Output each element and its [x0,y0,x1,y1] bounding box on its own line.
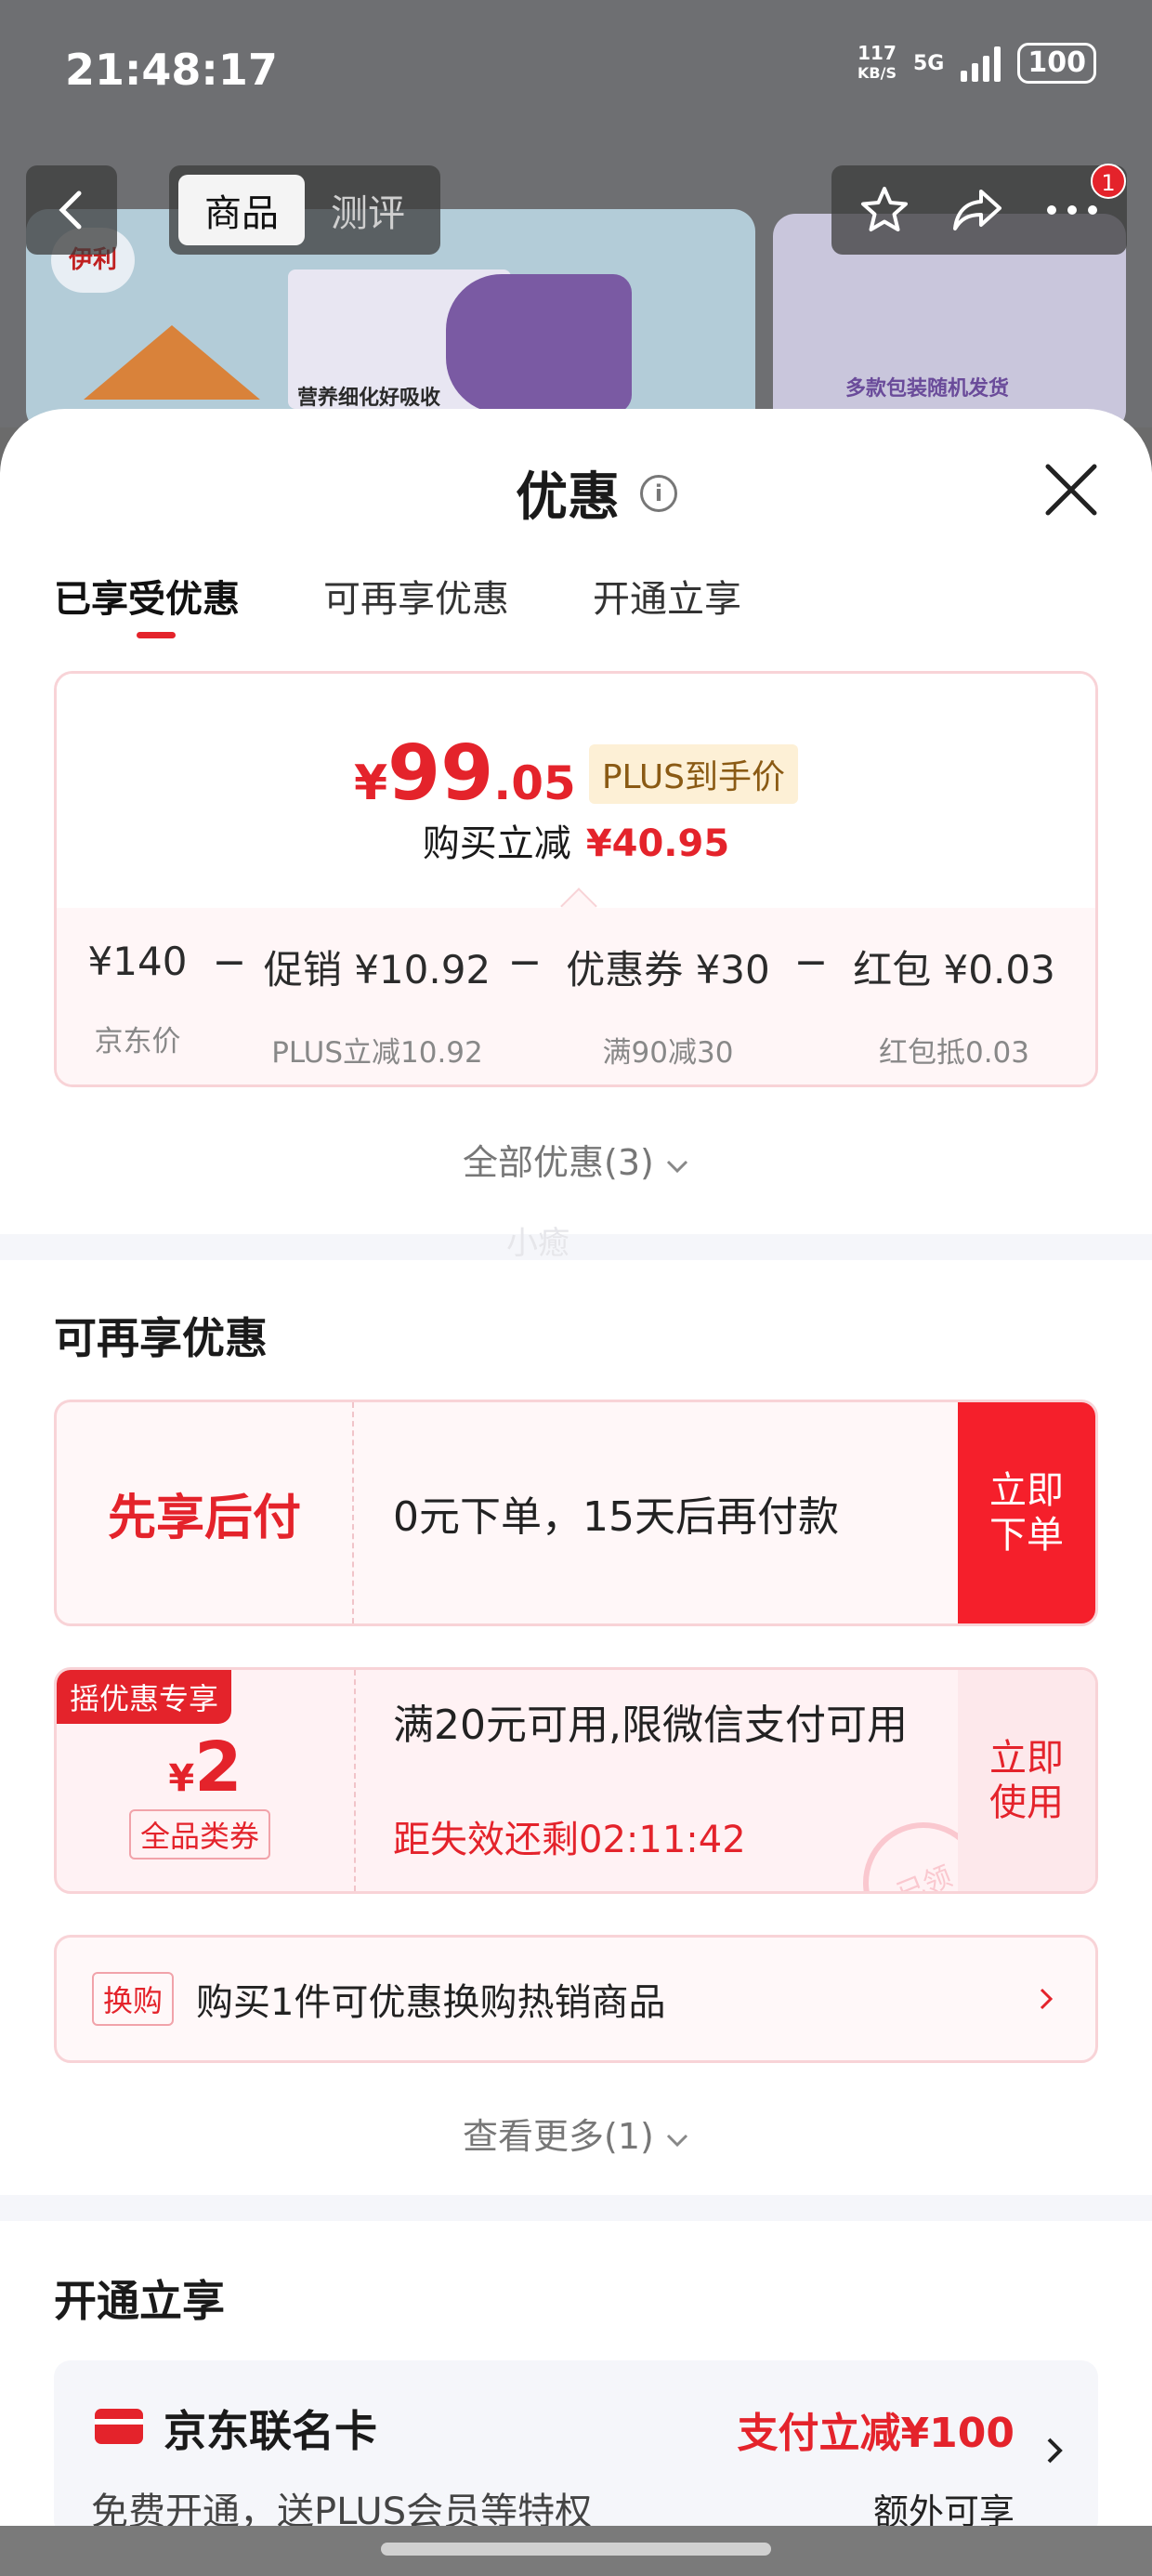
minus-sign: − [212,939,247,986]
chevron-down-icon [666,1160,688,1174]
network-label: 5G [913,51,945,75]
product-image-caption: 营养细化好吸收 [297,387,441,410]
close-icon[interactable] [1039,457,1104,522]
product-graphic [446,274,632,414]
sheet-header: 优惠 i [516,455,677,531]
header-actions [831,165,1127,255]
order-now-button[interactable]: 立即 下单 [958,1402,1095,1623]
chevron-left-icon [59,191,82,230]
section-title-open: 开通立享 [54,2276,225,2326]
section-title-more: 可再享优惠 [54,1313,268,1363]
more-icon[interactable] [1044,201,1100,219]
use-now-button[interactable]: 立即 使用 [958,1670,1095,1891]
sheet-title: 优惠 [516,467,620,528]
status-time: 21:48:17 [65,45,278,95]
coupon-timer: 距失效还剩02:11:42 [393,1819,746,1861]
bnpl-card: 先享后付 0元下单，15天后再付款 立即 下单 [54,1400,1098,1626]
back-button[interactable] [26,165,117,255]
bnpl-desc: 0元下单，15天后再付款 [393,1493,839,1541]
net-speed: 117 KB/S [857,42,897,82]
home-indicator[interactable] [381,2543,771,2556]
product-side-caption: 多款包装随机发货 [845,377,1010,401]
section-divider [0,1234,1152,1260]
star-icon[interactable] [858,184,910,236]
chevron-right-icon [1040,1988,1054,2010]
tent-illustration [84,325,260,400]
battery-icon: 100 [1017,43,1096,84]
swap-tag: 换购 [92,1972,175,2026]
tab-more[interactable]: 可再享优惠 [323,569,509,623]
tab-review[interactable]: 测评 [305,175,431,245]
coupon-desc: 满20元可用,限微信支付可用 [393,1702,908,1749]
final-price: ¥99.05 [353,729,576,818]
price-breakdown: ¥140 京东价 − 促销 ¥10.92 PLUS立减10.92 − 优惠券 ¥30… [57,939,1095,1071]
minus-sign: − [507,939,543,986]
breakdown-item: 优惠券 ¥30 满90减30 [566,947,770,1070]
coupon-type: 全品类券 [129,1809,271,1860]
active-tab-indicator [137,632,176,638]
plus-price-tag: PLUS到手价 [588,743,799,804]
tab-enjoyed[interactable]: 已享受优惠 [54,569,240,623]
breakdown-item: 促销 ¥10.92 PLUS立减10.92 [263,947,491,1070]
notification-badge: 1 [1091,164,1126,199]
tab-open[interactable]: 开通立享 [593,569,741,623]
reduce-row: 购买立减 ¥40.95 [422,822,730,865]
jd-card-promo: 支付立减¥100 [737,2410,1015,2457]
coupon-separator [354,1670,356,1891]
price-summary-card: ¥99.05 PLUS到手价 购买立减 ¥40.95 ¥140 京东价 − 促销 ¥… [54,671,1098,1087]
tab-goods[interactable]: 商品 [178,175,305,245]
signal-icon [961,45,1001,82]
jd-card-offer[interactable]: 京东联名卡 免费开通，送PLUS会员等特权 支付立减¥100 额外可享 [54,2360,1098,2537]
share-icon[interactable] [949,184,1005,236]
bnpl-name: 先享后付 [57,1402,354,1623]
chevron-right-icon [1047,2438,1063,2464]
offer-tabs: 已享受优惠 可再享优惠 开通立享 [54,569,741,623]
jd-card-name: 京东联名卡 [164,2406,377,2456]
swap-offer-row[interactable]: 换购 购买1件可优惠换购热销商品 [54,1935,1098,2063]
product-tabs: 商品 测评 [169,165,440,255]
status-icons: 117 KB/S 5G 100 [857,43,1096,84]
watermark: 小癒 [506,1225,569,1262]
info-icon[interactable]: i [640,474,677,512]
swap-text: 购买1件可优惠换购热销商品 [196,1981,666,2024]
minus-sign: − [793,939,829,986]
section-divider [0,2195,1152,2221]
card-icon [95,2409,143,2444]
coupon-amount: ¥2 [168,1728,242,1807]
breakdown-item: 红包 ¥0.03 红包抵0.03 [853,947,1055,1070]
see-more-toggle[interactable]: 查看更多(1) [0,2108,1152,2159]
breakdown-item: ¥140 京东价 [87,939,188,1058]
coupon-card: 摇优惠专享 ¥2 全品类券 满20元可用,限微信支付可用 距失效还剩02:11:… [54,1667,1098,1894]
all-offers-toggle[interactable]: 全部优惠(3) [0,1134,1152,1185]
coupon-tag: 摇优惠专享 [57,1670,232,1724]
final-price-row: ¥99.05 PLUS到手价 [57,729,1095,818]
chevron-down-icon [666,2134,688,2148]
